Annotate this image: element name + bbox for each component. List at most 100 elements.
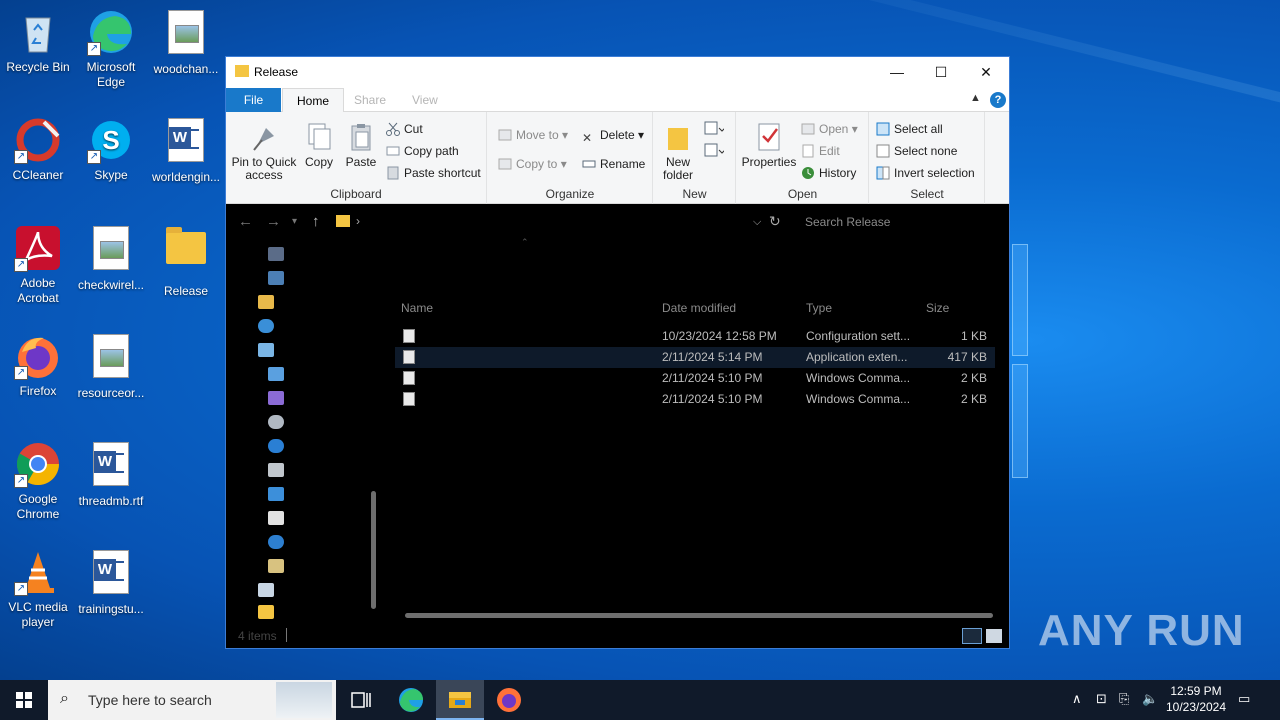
start-button[interactable] bbox=[0, 680, 48, 720]
desktop-icon-vlc[interactable]: ↗ VLC media player bbox=[0, 548, 76, 630]
breadcrumb-chevron-icon[interactable]: › bbox=[356, 214, 360, 228]
nav-item-icon[interactable] bbox=[268, 559, 284, 573]
nav-item-folder-icon[interactable] bbox=[258, 605, 274, 619]
close-button[interactable]: ✕ bbox=[963, 57, 1009, 88]
taskbar-firefox[interactable] bbox=[485, 680, 533, 720]
large-icons-view-icon[interactable] bbox=[986, 629, 1002, 643]
copy-to-icon bbox=[498, 157, 512, 171]
nav-item-icon[interactable] bbox=[258, 583, 274, 597]
move-to-button[interactable]: Move to ▾ bbox=[498, 126, 568, 144]
nav-scrollbar[interactable] bbox=[371, 491, 376, 609]
new-item-icon[interactable] bbox=[704, 120, 726, 138]
history-button[interactable]: History bbox=[801, 164, 856, 182]
desktop-icon-resourceor[interactable]: resourceor... bbox=[73, 332, 149, 401]
paste-button[interactable]: Paste bbox=[342, 122, 380, 169]
nav-item-icon[interactable] bbox=[268, 535, 284, 549]
nav-item-icon[interactable] bbox=[268, 271, 284, 285]
title-bar[interactable]: Release — ☐ ✕ bbox=[226, 57, 1009, 88]
pin-to-quick-access-button[interactable]: Pin to Quick access bbox=[230, 122, 298, 182]
desktop-icon-label: worldengin... bbox=[151, 170, 221, 184]
desktop-icon-ccleaner[interactable]: ↗ CCleaner bbox=[0, 116, 76, 183]
select-all-button[interactable]: Select all bbox=[876, 120, 943, 138]
nav-item-icon[interactable] bbox=[268, 367, 284, 381]
desktop-icon-recycle-bin[interactable]: Recycle Bin bbox=[0, 8, 76, 75]
nav-item-icon[interactable] bbox=[268, 511, 284, 525]
navigation-pane[interactable] bbox=[226, 239, 381, 625]
network-icon[interactable]: ⊡ bbox=[1096, 691, 1107, 707]
file-row[interactable]: 2/11/2024 5:10 PM Windows Comma... 2 KB bbox=[395, 368, 995, 389]
tab-file[interactable]: File bbox=[226, 88, 281, 112]
copy-to-button[interactable]: Copy to ▾ bbox=[498, 155, 567, 173]
address-dropdown-icon[interactable]: ⌵ bbox=[753, 216, 761, 229]
nav-item-icon[interactable] bbox=[268, 487, 284, 501]
file-row[interactable]: 10/23/2024 12:58 PM Configuration sett..… bbox=[395, 326, 995, 347]
desktop-icon-woodchan[interactable]: woodchan... bbox=[148, 8, 224, 77]
column-header-name[interactable]: Name bbox=[401, 301, 433, 315]
desktop-icon-worldengin[interactable]: W worldengin... bbox=[148, 116, 224, 185]
horizontal-scrollbar[interactable] bbox=[405, 613, 993, 618]
taskbar-search[interactable]: ⌕ Type here to search bbox=[48, 680, 336, 720]
up-arrow-icon[interactable]: ↑ bbox=[312, 213, 320, 230]
desktop-icon-firefox[interactable]: ↗ Firefox bbox=[0, 332, 76, 399]
copy-button[interactable]: Copy bbox=[300, 122, 338, 169]
new-folder-button[interactable]: New folder bbox=[658, 122, 698, 182]
delete-button[interactable]: ✕ Delete ▾ bbox=[582, 126, 644, 145]
tab-home[interactable]: Home bbox=[282, 88, 345, 113]
batch-file-icon bbox=[403, 371, 415, 385]
notifications-icon[interactable]: ▭ bbox=[1238, 691, 1250, 707]
taskbar-edge[interactable] bbox=[387, 680, 435, 720]
open-button[interactable]: Open ▾ bbox=[801, 120, 858, 138]
cut-button[interactable]: Cut bbox=[386, 120, 423, 138]
properties-button[interactable]: Properties bbox=[739, 122, 799, 169]
desktop-icon-adobe-acrobat[interactable]: ↗ Adobe Acrobat bbox=[0, 224, 76, 306]
clock[interactable]: 12:59 PM 10/23/2024 bbox=[1160, 683, 1232, 715]
desktop-icon-threadmb[interactable]: W threadmb.rtf bbox=[73, 440, 149, 509]
easy-access-icon[interactable] bbox=[704, 142, 726, 160]
show-hidden-icons-chevron-icon[interactable]: ∧ bbox=[1072, 691, 1082, 707]
file-list[interactable]: ⌃ Name Date modified Type Size 10/23/202… bbox=[381, 237, 1009, 625]
column-header-type[interactable]: Type bbox=[806, 301, 832, 315]
copy-path-button[interactable]: Copy path bbox=[386, 142, 459, 160]
select-none-button[interactable]: Select none bbox=[876, 142, 957, 160]
nav-item-icon[interactable] bbox=[258, 343, 274, 357]
nav-item-icon[interactable] bbox=[258, 319, 274, 333]
back-arrow-icon[interactable]: ← bbox=[238, 213, 253, 230]
desktop-icon-trainingstu[interactable]: W trainingstu... bbox=[73, 548, 149, 617]
nav-item-icon[interactable] bbox=[268, 463, 284, 477]
maximize-button[interactable]: ☐ bbox=[918, 57, 964, 88]
item-count: 4 items bbox=[238, 629, 277, 643]
nav-item-icon[interactable] bbox=[268, 439, 284, 453]
paste-shortcut-button[interactable]: Paste shortcut bbox=[386, 164, 481, 182]
task-view-button[interactable] bbox=[336, 680, 384, 720]
nav-item-icon[interactable] bbox=[258, 295, 274, 309]
column-header-size[interactable]: Size bbox=[926, 301, 949, 315]
rename-button[interactable]: Rename bbox=[582, 155, 645, 173]
file-row[interactable]: 2/11/2024 5:14 PM Application exten... 4… bbox=[395, 347, 995, 368]
desktop-icon-microsoft-edge[interactable]: ↗ Microsoft Edge bbox=[73, 8, 149, 90]
desktop-icon-release-folder[interactable]: Release bbox=[148, 224, 224, 299]
invert-selection-button[interactable]: Invert selection bbox=[876, 164, 975, 182]
volume-icon[interactable]: 🔈 bbox=[1142, 691, 1158, 707]
details-view-icon[interactable] bbox=[962, 628, 982, 644]
refresh-icon[interactable]: ↻ bbox=[769, 213, 781, 230]
ethernet-icon[interactable]: ⎘ bbox=[1119, 691, 1129, 707]
help-icon[interactable]: ? bbox=[990, 92, 1006, 108]
search-input[interactable]: Search Release bbox=[799, 211, 1004, 233]
forward-arrow-icon[interactable]: → bbox=[266, 213, 281, 230]
select-group-label: Select bbox=[910, 187, 944, 201]
edit-button[interactable]: Edit bbox=[801, 142, 840, 160]
collapse-ribbon-icon[interactable]: ▲ bbox=[970, 92, 981, 104]
tab-share[interactable]: Share bbox=[340, 88, 400, 112]
nav-item-icon[interactable] bbox=[268, 247, 284, 261]
minimize-button[interactable]: — bbox=[874, 57, 920, 88]
recent-locations-chevron-icon[interactable]: ▾ bbox=[292, 216, 297, 227]
file-row[interactable]: 2/11/2024 5:10 PM Windows Comma... 2 KB bbox=[395, 389, 995, 410]
desktop-icon-google-chrome[interactable]: ↗ Google Chrome bbox=[0, 440, 76, 522]
column-header-date[interactable]: Date modified bbox=[662, 301, 736, 315]
taskbar-file-explorer[interactable] bbox=[436, 680, 484, 720]
desktop-icon-checkwirel[interactable]: checkwirel... bbox=[73, 224, 149, 293]
desktop-icon-skype[interactable]: S ↗ Skype bbox=[73, 116, 149, 183]
nav-item-icon[interactable] bbox=[268, 391, 284, 405]
nav-item-icon[interactable] bbox=[268, 415, 284, 429]
tab-view[interactable]: View bbox=[398, 88, 452, 112]
